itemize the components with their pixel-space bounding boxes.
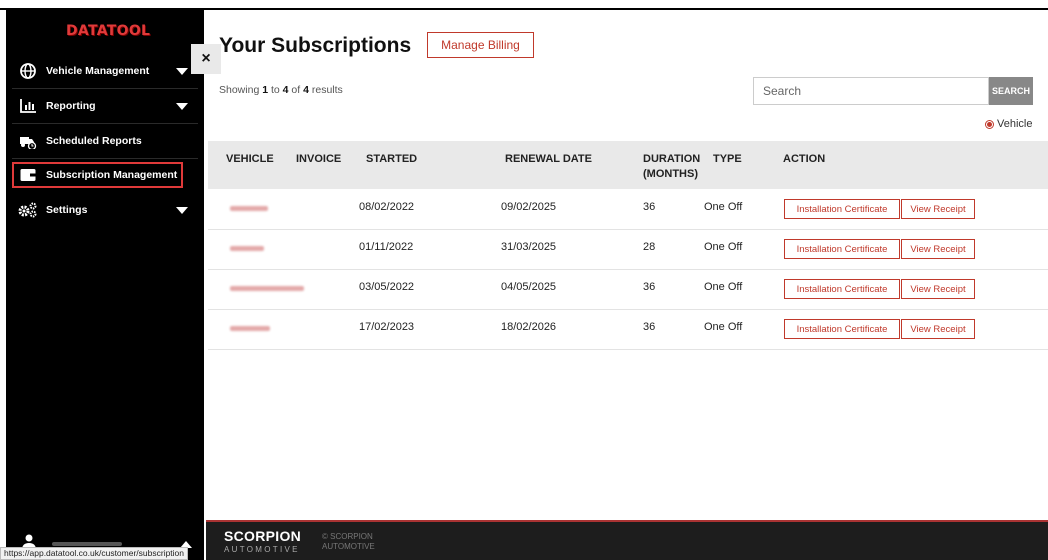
installation-certificate-button[interactable]: Installation Certificate (784, 279, 900, 299)
renewal-date: 04/05/2025 (501, 281, 557, 293)
renewal-date: 31/03/2025 (501, 241, 557, 253)
installation-certificate-button[interactable]: Installation Certificate (784, 319, 900, 339)
vehicle-reg-redacted[interactable] (230, 246, 264, 251)
table-header: VEHICLE INVOICE STARTED RENEWAL DATE DUR… (208, 141, 1048, 189)
renewal-date: 09/02/2025 (501, 201, 557, 213)
sidebar-item-vehicle-management[interactable]: Vehicle Management (6, 54, 204, 88)
manage-billing-button[interactable]: Manage Billing (427, 32, 534, 58)
duration: 28 (643, 241, 656, 253)
started-date: 17/02/2023 (359, 321, 415, 333)
close-sidebar-button[interactable]: × (191, 44, 221, 74)
sidebar-item-label: Vehicle Management (46, 65, 150, 77)
sidebar-item-label: Reporting (46, 100, 96, 112)
scorpion-logo-sub: AUTOMOTIVE (224, 545, 300, 554)
column-header-started[interactable]: STARTED (366, 152, 417, 167)
chevron-down-icon[interactable] (176, 68, 188, 75)
scorpion-logo: SCORPION (224, 528, 302, 544)
gears-icon (18, 201, 38, 219)
user-name-redacted (52, 542, 122, 546)
duration: 36 (643, 201, 656, 213)
table-row: 01/11/2022 31/03/2025 28 One Off Install… (208, 230, 1048, 270)
globe-icon (18, 62, 38, 80)
search-input[interactable]: Search (753, 77, 989, 105)
type: One Off (704, 241, 743, 253)
sidebar-item-scheduled-reports[interactable]: Scheduled Reports (6, 124, 204, 158)
type: One Off (704, 321, 743, 333)
active-item-highlight (12, 162, 183, 188)
chevron-down-icon[interactable] (176, 207, 188, 214)
view-receipt-button[interactable]: View Receipt (901, 319, 975, 339)
datatool-logo[interactable]: DATATOOL (66, 23, 150, 39)
vehicle-filter-radio[interactable]: Vehicle (985, 118, 1032, 130)
table-row: 17/02/2023 18/02/2026 36 One Off Install… (208, 310, 1048, 350)
started-date: 08/02/2022 (359, 201, 415, 213)
vehicle-reg-redacted[interactable] (230, 326, 270, 331)
sidebar-item-reporting[interactable]: Reporting (6, 89, 204, 123)
sidebar: DATATOOL Vehicle Management Reporting Sc… (6, 10, 204, 560)
type: One Off (704, 281, 743, 293)
view-receipt-button[interactable]: View Receipt (901, 199, 975, 219)
radio-selected-icon[interactable] (985, 119, 994, 129)
column-header-type[interactable]: TYPE (713, 152, 742, 167)
sidebar-item-label: Settings (46, 204, 88, 216)
column-header-renewal-date[interactable]: RENEWAL DATE (505, 152, 592, 167)
vehicle-reg-redacted[interactable] (230, 286, 304, 291)
app-window: DATATOOL Vehicle Management Reporting Sc… (0, 0, 1048, 560)
footer: SCORPION AUTOMOTIVE © SCORPION AUTOMOTIV… (206, 520, 1048, 560)
started-date: 01/11/2022 (359, 241, 414, 253)
type: One Off (704, 201, 743, 213)
search-button[interactable]: SEARCH (989, 77, 1033, 105)
column-header-vehicle[interactable]: VEHICLE (226, 152, 274, 167)
view-receipt-button[interactable]: View Receipt (901, 279, 975, 299)
table-row: 08/02/2022 09/02/2025 36 One Off Install… (208, 190, 1048, 230)
view-receipt-button[interactable]: View Receipt (901, 239, 975, 259)
column-header-duration[interactable]: DURATION (MONTHS) (643, 152, 700, 182)
column-header-action: ACTION (783, 153, 826, 165)
installation-certificate-button[interactable]: Installation Certificate (784, 239, 900, 259)
sidebar-item-settings[interactable]: Settings (6, 193, 204, 227)
radio-label: Vehicle (997, 118, 1033, 130)
bar-chart-icon (18, 97, 38, 115)
duration: 36 (643, 281, 656, 293)
results-count: Showing 1 to 4 of 4 results (219, 84, 343, 96)
truck-clock-icon (18, 132, 38, 150)
table-row: 03/05/2022 04/05/2025 36 One Off Install… (208, 270, 1048, 310)
installation-certificate-button[interactable]: Installation Certificate (784, 199, 900, 219)
column-header-invoice[interactable]: INVOICE (296, 152, 341, 167)
renewal-date: 18/02/2026 (501, 321, 557, 333)
started-date: 03/05/2022 (359, 281, 415, 293)
page-title: Your Subscriptions (219, 34, 412, 57)
chevron-down-icon[interactable] (176, 103, 188, 110)
duration: 36 (643, 321, 656, 333)
sidebar-item-label: Scheduled Reports (46, 135, 142, 147)
vehicle-reg-redacted[interactable] (230, 206, 268, 211)
status-url: https://app.datatool.co.uk/customer/subs… (0, 547, 189, 560)
copyright-text: © SCORPION AUTOMOTIVE (322, 532, 375, 551)
